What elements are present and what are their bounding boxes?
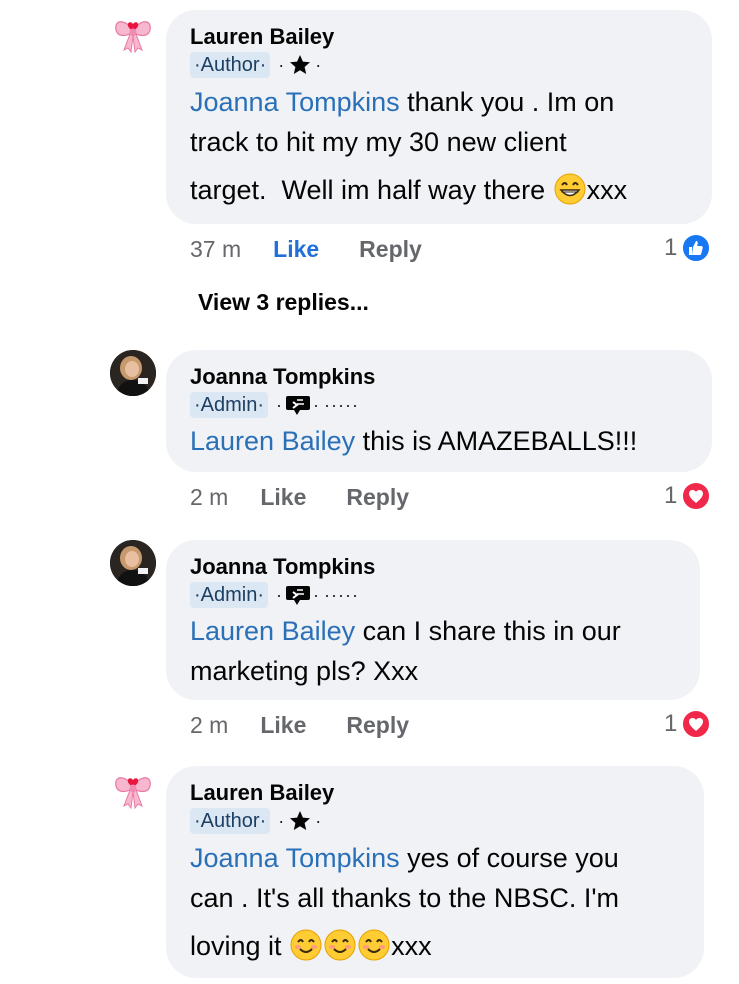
reply-button[interactable]: Reply bbox=[346, 712, 409, 739]
smiling-emoji-icon bbox=[290, 929, 322, 961]
comment-actions: 37 m Like Reply bbox=[190, 236, 422, 263]
reaction-count: 1 bbox=[664, 482, 678, 509]
smiling-emoji-icon bbox=[358, 929, 390, 961]
love-reaction-icon bbox=[681, 709, 712, 739]
admin-badge[interactable]: ·Admin· bbox=[190, 392, 269, 418]
profile-photo-icon bbox=[110, 540, 156, 586]
comment-author[interactable]: Lauren Bailey bbox=[190, 780, 680, 806]
author-badge[interactable]: ·Author· bbox=[190, 808, 271, 834]
comment-text: Lauren Bailey this is AMAZEBALLS!!! bbox=[190, 421, 688, 461]
comment-suffix: xxx bbox=[391, 931, 432, 961]
comment-suffix: xxx bbox=[586, 175, 628, 205]
comment-actions: 2 m Like Reply bbox=[190, 484, 409, 511]
badge-separator: · bbox=[315, 810, 323, 831]
author-badge-row: ·Author· · · bbox=[190, 807, 680, 835]
avatar-lauren-bailey[interactable] bbox=[110, 10, 156, 56]
comment-line: target. Well im half way there bbox=[190, 175, 553, 205]
comment-line: yes of course you bbox=[399, 843, 619, 873]
grinning-emoji-icon bbox=[554, 173, 586, 205]
mention-link[interactable]: Lauren Bailey bbox=[190, 616, 355, 646]
comment-text: Joanna Tompkins thank you . Im on track … bbox=[190, 82, 688, 210]
more-badges-dots[interactable]: ····· bbox=[324, 585, 359, 606]
badge-separator: · bbox=[276, 584, 284, 605]
badge-separator: · bbox=[278, 810, 286, 831]
avatar-lauren-bailey[interactable] bbox=[110, 766, 156, 812]
comment-text: Lauren Bailey can I share this in our ma… bbox=[190, 611, 676, 691]
comment-author[interactable]: Joanna Tompkins bbox=[190, 554, 676, 580]
comment-line: can . It's all thanks to the NBSC. I'm bbox=[190, 883, 619, 913]
like-button[interactable]: Like bbox=[273, 236, 319, 263]
comment-bubble: Lauren Bailey ·Author· · · Joanna Tompki… bbox=[166, 766, 704, 978]
like-button[interactable]: Like bbox=[260, 712, 306, 739]
comment-line: loving it bbox=[190, 931, 290, 961]
mention-link[interactable]: Lauren Bailey bbox=[190, 426, 355, 456]
reaction-count: 1 bbox=[664, 234, 678, 261]
comment-text: Joanna Tompkins yes of course you can . … bbox=[190, 838, 680, 966]
conversation-starter-icon[interactable] bbox=[285, 393, 311, 417]
reaction-count: 1 bbox=[664, 710, 678, 737]
author-badge[interactable]: ·Author· bbox=[190, 52, 271, 78]
comment-actions: 2 m Like Reply bbox=[190, 712, 409, 739]
badge-separator: · bbox=[313, 584, 321, 605]
reaction-summary[interactable]: 1 bbox=[664, 709, 712, 739]
admin-badge-row: ·Admin· · · ····· bbox=[190, 581, 676, 609]
comment-bubble: Joanna Tompkins ·Admin· · · ····· Lauren… bbox=[166, 540, 700, 700]
reply-button[interactable]: Reply bbox=[346, 484, 409, 511]
love-reaction-icon bbox=[681, 481, 712, 511]
profile-photo-icon bbox=[110, 350, 156, 396]
mention-link[interactable]: Joanna Tompkins bbox=[190, 843, 400, 873]
smiling-emoji-icon bbox=[324, 929, 356, 961]
comment-line: thank you . Im on bbox=[399, 87, 615, 117]
reaction-summary[interactable]: 1 bbox=[664, 233, 712, 263]
comment-line: track to hit my my 30 new client bbox=[190, 127, 567, 157]
comment-bubble: Joanna Tompkins ·Admin· · · ····· Lauren… bbox=[166, 350, 712, 472]
comment-timestamp[interactable]: 2 m bbox=[190, 484, 228, 511]
more-badges-dots[interactable]: ····· bbox=[324, 395, 359, 416]
badge-separator: · bbox=[278, 54, 286, 75]
star-icon[interactable] bbox=[287, 53, 313, 77]
badge-separator: · bbox=[315, 54, 323, 75]
reply-button[interactable]: Reply bbox=[359, 236, 422, 263]
admin-badge[interactable]: ·Admin· bbox=[190, 582, 269, 608]
star-icon[interactable] bbox=[287, 809, 313, 833]
view-replies-link[interactable]: View 3 replies... bbox=[198, 289, 369, 316]
bow-logo-icon bbox=[115, 21, 151, 54]
badge-separator: · bbox=[313, 394, 321, 415]
comment-bubble: Lauren Bailey ·Author· · · Joanna Tompki… bbox=[166, 10, 712, 224]
mention-link[interactable]: Joanna Tompkins bbox=[190, 87, 400, 117]
reaction-summary[interactable]: 1 bbox=[664, 481, 712, 511]
comment-line: can I share this in our bbox=[355, 616, 621, 646]
comment-author[interactable]: Lauren Bailey bbox=[190, 24, 688, 50]
like-button[interactable]: Like bbox=[260, 484, 306, 511]
bow-logo-icon bbox=[115, 777, 151, 810]
comment-timestamp[interactable]: 37 m bbox=[190, 236, 241, 263]
author-badge-row: ·Author· · · bbox=[190, 51, 688, 79]
comment-timestamp[interactable]: 2 m bbox=[190, 712, 228, 739]
avatar-joanna-tompkins[interactable] bbox=[110, 350, 156, 396]
comment-line: marketing pls? Xxx bbox=[190, 656, 419, 686]
conversation-starter-icon[interactable] bbox=[285, 583, 311, 607]
admin-badge-row: ·Admin· · · ····· bbox=[190, 391, 688, 419]
badge-separator: · bbox=[276, 394, 284, 415]
comment-line: this is AMAZEBALLS!!! bbox=[355, 426, 638, 456]
like-reaction-icon bbox=[681, 233, 712, 263]
avatar-joanna-tompkins[interactable] bbox=[110, 540, 156, 586]
comment-author[interactable]: Joanna Tompkins bbox=[190, 364, 688, 390]
